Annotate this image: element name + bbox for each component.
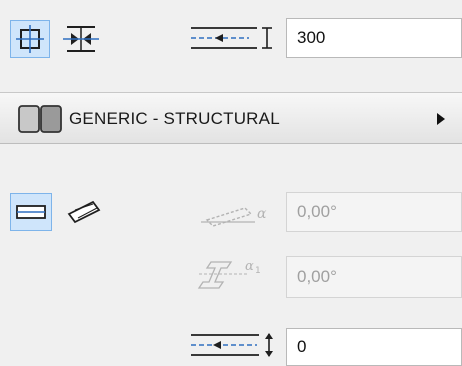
svg-text:1: 1 [255,266,261,276]
slant-angle-icon: α [201,206,267,227]
height-icon-holder [186,20,278,56]
profile-swatch-icon [18,105,62,133]
offset-input[interactable]: 0 [286,328,462,366]
slant-angle-label: α [196,196,278,230]
tilt-angle-input[interactable]: 0,00° [286,256,462,298]
profile-selector[interactable]: GENERIC - STRUCTURAL [0,92,462,144]
offset-dimension-icon [191,333,273,357]
height-input[interactable]: 300 [286,18,462,58]
svg-text:α: α [245,259,254,274]
offset-icon-holder [186,328,280,362]
horizontal-beam-icon [16,205,46,219]
anchor-symmetric-button[interactable] [60,20,102,58]
anchor-symmetric-icon [63,26,99,52]
slant-angle-input[interactable]: 0,00° [286,192,462,232]
slanted-beam-icon [67,200,101,224]
submenu-arrow-icon[interactable] [436,112,446,126]
horizontal-beam-button[interactable] [10,193,52,231]
slanted-beam-button[interactable] [62,190,106,230]
anchor-center-icon [16,25,44,53]
tilt-angle-label: α 1 [196,254,278,294]
svg-text:α: α [257,206,267,222]
height-dimension-icon [191,27,272,49]
profile-label: GENERIC - STRUCTURAL [69,109,280,128]
anchor-center-button[interactable] [10,20,50,58]
tilt-angle-icon: α 1 [197,259,261,289]
